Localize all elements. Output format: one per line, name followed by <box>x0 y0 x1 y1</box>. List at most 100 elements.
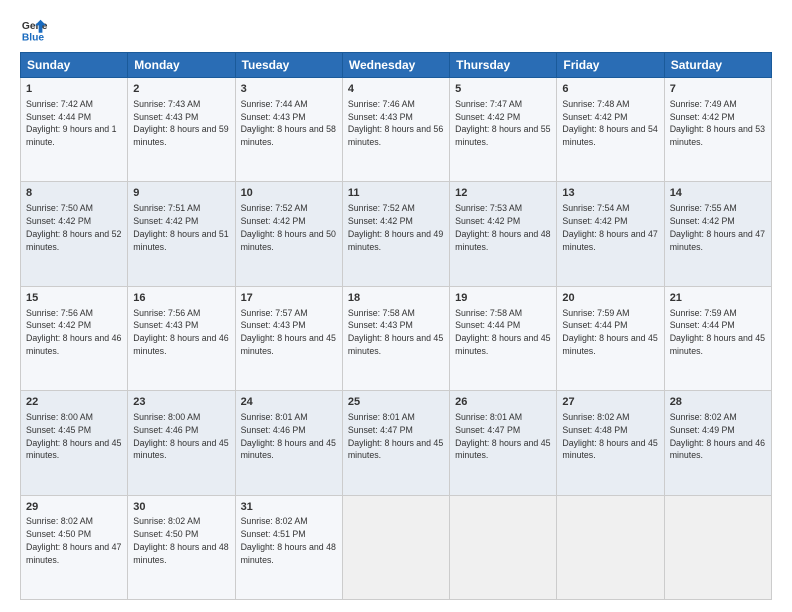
calendar-day-cell: 25 Sunrise: 8:01 AMSunset: 4:47 PMDayligh… <box>342 391 449 495</box>
calendar-day-cell: 2 Sunrise: 7:43 AMSunset: 4:43 PMDaylight… <box>128 78 235 182</box>
day-sunrise: Sunrise: 8:00 AMSunset: 4:46 PMDaylight:… <box>133 412 228 460</box>
day-number: 10 <box>241 186 337 201</box>
day-number: 3 <box>241 82 337 97</box>
day-number: 29 <box>26 500 122 515</box>
day-number: 12 <box>455 186 551 201</box>
calendar-day-cell <box>664 495 771 599</box>
day-number: 17 <box>241 291 337 306</box>
day-sunrise: Sunrise: 7:56 AMSunset: 4:42 PMDaylight:… <box>26 308 121 356</box>
day-sunrise: Sunrise: 7:51 AMSunset: 4:42 PMDaylight:… <box>133 203 228 251</box>
day-sunrise: Sunrise: 7:43 AMSunset: 4:43 PMDaylight:… <box>133 99 228 147</box>
day-number: 27 <box>562 395 658 410</box>
calendar-header-cell: Sunday <box>21 53 128 78</box>
calendar-day-cell: 24 Sunrise: 8:01 AMSunset: 4:46 PMDayligh… <box>235 391 342 495</box>
svg-text:General: General <box>22 21 48 32</box>
calendar-day-cell: 21 Sunrise: 7:59 AMSunset: 4:44 PMDayligh… <box>664 286 771 390</box>
day-number: 1 <box>26 82 122 97</box>
day-sunrise: Sunrise: 8:01 AMSunset: 4:46 PMDaylight:… <box>241 412 336 460</box>
calendar-day-cell: 14Sunrise: 7:55 AMSunset: 4:42 PMDayligh… <box>664 182 771 286</box>
calendar-day-cell: 9 Sunrise: 7:51 AMSunset: 4:42 PMDaylight… <box>128 182 235 286</box>
day-sunrise: Sunrise: 8:02 AMSunset: 4:50 PMDaylight:… <box>133 516 228 564</box>
day-number: 23 <box>133 395 229 410</box>
day-sunrise: Sunrise: 7:42 AMSunset: 4:44 PMDaylight:… <box>26 99 116 147</box>
day-sunrise: Sunrise: 8:01 AMSunset: 4:47 PMDaylight:… <box>348 412 443 460</box>
day-number: 31 <box>241 500 337 515</box>
day-sunrise: Sunrise: 8:00 AMSunset: 4:45 PMDaylight:… <box>26 412 121 460</box>
day-sunrise: Sunrise: 7:59 AMSunset: 4:44 PMDaylight:… <box>670 308 765 356</box>
calendar-day-cell: 18 Sunrise: 7:58 AMSunset: 4:43 PMDayligh… <box>342 286 449 390</box>
calendar-table: SundayMondayTuesdayWednesdayThursdayFrid… <box>20 52 772 600</box>
page: General Blue SundayMondayTuesdayWednesda… <box>0 0 792 612</box>
logo-icon: General Blue <box>20 16 48 44</box>
svg-text:Blue: Blue <box>22 32 45 43</box>
calendar-header-cell: Monday <box>128 53 235 78</box>
day-sunrise: Sunrise: 7:52 AMSunset: 4:42 PMDaylight:… <box>241 203 336 251</box>
day-number: 7 <box>670 82 766 97</box>
day-sunrise: Sunrise: 7:59 AMSunset: 4:44 PMDaylight:… <box>562 308 657 356</box>
calendar-day-cell: 13Sunrise: 7:54 AMSunset: 4:42 PMDayligh… <box>557 182 664 286</box>
calendar-day-cell: 5 Sunrise: 7:47 AMSunset: 4:42 PMDaylight… <box>450 78 557 182</box>
day-sunrise: Sunrise: 7:50 AMSunset: 4:42 PMDaylight:… <box>26 203 121 251</box>
day-sunrise: Sunrise: 7:48 AMSunset: 4:42 PMDaylight:… <box>562 99 657 147</box>
day-number: 19 <box>455 291 551 306</box>
day-sunrise: Sunrise: 7:56 AMSunset: 4:43 PMDaylight:… <box>133 308 228 356</box>
calendar-day-cell: 6 Sunrise: 7:48 AMSunset: 4:42 PMDaylight… <box>557 78 664 182</box>
calendar-week-row: 1 Sunrise: 7:42 AMSunset: 4:44 PMDaylight… <box>21 78 772 182</box>
day-number: 16 <box>133 291 229 306</box>
calendar-header-row: SundayMondayTuesdayWednesdayThursdayFrid… <box>21 53 772 78</box>
day-sunrise: Sunrise: 7:53 AMSunset: 4:42 PMDaylight:… <box>455 203 550 251</box>
day-number: 30 <box>133 500 229 515</box>
day-number: 5 <box>455 82 551 97</box>
day-number: 14 <box>670 186 766 201</box>
day-number: 24 <box>241 395 337 410</box>
day-number: 21 <box>670 291 766 306</box>
calendar-day-cell: 15Sunrise: 7:56 AMSunset: 4:42 PMDayligh… <box>21 286 128 390</box>
day-number: 25 <box>348 395 444 410</box>
calendar-day-cell: 17Sunrise: 7:57 AMSunset: 4:43 PMDayligh… <box>235 286 342 390</box>
calendar-day-cell: 8Sunrise: 7:50 AMSunset: 4:42 PMDaylight… <box>21 182 128 286</box>
day-number: 9 <box>133 186 229 201</box>
day-number: 6 <box>562 82 658 97</box>
calendar-header-cell: Saturday <box>664 53 771 78</box>
day-sunrise: Sunrise: 7:47 AMSunset: 4:42 PMDaylight:… <box>455 99 550 147</box>
calendar-body: 1 Sunrise: 7:42 AMSunset: 4:44 PMDaylight… <box>21 78 772 600</box>
calendar-day-cell <box>557 495 664 599</box>
calendar-day-cell: 31Sunrise: 8:02 AMSunset: 4:51 PMDayligh… <box>235 495 342 599</box>
calendar-day-cell: 23 Sunrise: 8:00 AMSunset: 4:46 PMDayligh… <box>128 391 235 495</box>
day-sunrise: Sunrise: 7:58 AMSunset: 4:44 PMDaylight:… <box>455 308 550 356</box>
calendar-day-cell: 12 Sunrise: 7:53 AMSunset: 4:42 PMDayligh… <box>450 182 557 286</box>
day-sunrise: Sunrise: 7:58 AMSunset: 4:43 PMDaylight:… <box>348 308 443 356</box>
day-number: 2 <box>133 82 229 97</box>
day-sunrise: Sunrise: 8:02 AMSunset: 4:49 PMDaylight:… <box>670 412 765 460</box>
calendar-header-cell: Thursday <box>450 53 557 78</box>
calendar-day-cell: 30Sunrise: 8:02 AMSunset: 4:50 PMDayligh… <box>128 495 235 599</box>
calendar-day-cell: 22 Sunrise: 8:00 AMSunset: 4:45 PMDayligh… <box>21 391 128 495</box>
day-number: 28 <box>670 395 766 410</box>
day-number: 20 <box>562 291 658 306</box>
day-number: 22 <box>26 395 122 410</box>
day-sunrise: Sunrise: 7:44 AMSunset: 4:43 PMDaylight:… <box>241 99 336 147</box>
day-number: 4 <box>348 82 444 97</box>
calendar-day-cell: 27 Sunrise: 8:02 AMSunset: 4:48 PMDayligh… <box>557 391 664 495</box>
calendar-day-cell: 4Sunrise: 7:46 AMSunset: 4:43 PMDaylight… <box>342 78 449 182</box>
header: General Blue <box>20 16 772 44</box>
day-sunrise: Sunrise: 8:02 AMSunset: 4:48 PMDaylight:… <box>562 412 657 460</box>
calendar-day-cell <box>450 495 557 599</box>
day-number: 26 <box>455 395 551 410</box>
day-number: 13 <box>562 186 658 201</box>
calendar-day-cell: 7 Sunrise: 7:49 AMSunset: 4:42 PMDaylight… <box>664 78 771 182</box>
calendar-header-cell: Friday <box>557 53 664 78</box>
day-sunrise: Sunrise: 7:49 AMSunset: 4:42 PMDaylight:… <box>670 99 765 147</box>
calendar-day-cell: 3 Sunrise: 7:44 AMSunset: 4:43 PMDaylight… <box>235 78 342 182</box>
calendar-day-cell: 29Sunrise: 8:02 AMSunset: 4:50 PMDayligh… <box>21 495 128 599</box>
calendar-header-cell: Tuesday <box>235 53 342 78</box>
day-sunrise: Sunrise: 8:01 AMSunset: 4:47 PMDaylight:… <box>455 412 550 460</box>
day-number: 11 <box>348 186 444 201</box>
calendar-day-cell <box>342 495 449 599</box>
day-sunrise: Sunrise: 8:02 AMSunset: 4:51 PMDaylight:… <box>241 516 336 564</box>
calendar-day-cell: 10 Sunrise: 7:52 AMSunset: 4:42 PMDayligh… <box>235 182 342 286</box>
day-number: 18 <box>348 291 444 306</box>
calendar-day-cell: 16 Sunrise: 7:56 AMSunset: 4:43 PMDayligh… <box>128 286 235 390</box>
calendar-day-cell: 19 Sunrise: 7:58 AMSunset: 4:44 PMDayligh… <box>450 286 557 390</box>
calendar-day-cell: 28 Sunrise: 8:02 AMSunset: 4:49 PMDayligh… <box>664 391 771 495</box>
